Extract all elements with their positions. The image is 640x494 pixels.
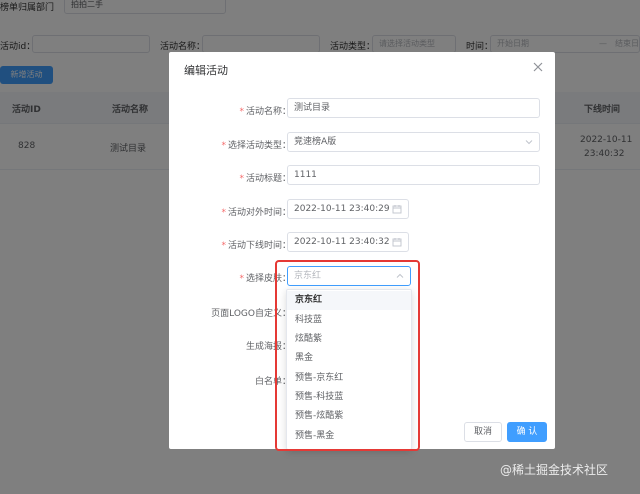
close-icon[interactable] <box>532 61 544 73</box>
activity-name-label: * 活动名称： <box>239 107 291 117</box>
cancel-button[interactable]: 取消 <box>464 422 502 442</box>
online-time-picker[interactable]: 2022-10-11 23:40:29 <box>287 199 409 219</box>
activity-type-select[interactable]: 竞速榜A版 <box>287 132 540 152</box>
annotation-highlight-box <box>275 260 420 451</box>
offline-time-value: 2022-10-11 23:40:32 <box>294 237 390 247</box>
activity-name-value: 测试目录 <box>294 103 331 113</box>
offline-time-picker[interactable]: 2022-10-11 23:40:32 <box>287 232 409 252</box>
activity-name-field[interactable]: 测试目录 <box>287 98 540 118</box>
watermark: @稀土掘金技术社区 <box>500 463 609 477</box>
offline-time-label: * 活动下线时间： <box>221 241 291 251</box>
online-time-value: 2022-10-11 23:40:29 <box>294 204 390 214</box>
required-mark: * <box>239 274 244 284</box>
required-mark: * <box>239 174 244 184</box>
confirm-button[interactable]: 确 认 <box>507 422 547 442</box>
activity-title-label: * 活动标题： <box>239 174 291 184</box>
required-mark: * <box>221 208 226 218</box>
online-time-label: * 活动对外时间： <box>221 208 291 218</box>
activity-title-value: 1111 <box>294 170 317 180</box>
required-mark: * <box>221 141 226 151</box>
chevron-down-icon <box>525 140 533 145</box>
calendar-icon <box>392 205 402 214</box>
dialog-title: 编辑活动 <box>184 64 228 77</box>
required-mark: * <box>239 107 244 117</box>
activity-type-label: * 选择活动类型： <box>221 141 291 151</box>
activity-title-field[interactable]: 1111 <box>287 165 540 185</box>
calendar-icon <box>392 238 402 247</box>
activity-type-value: 竞速榜A版 <box>294 137 337 147</box>
required-mark: * <box>221 241 226 251</box>
